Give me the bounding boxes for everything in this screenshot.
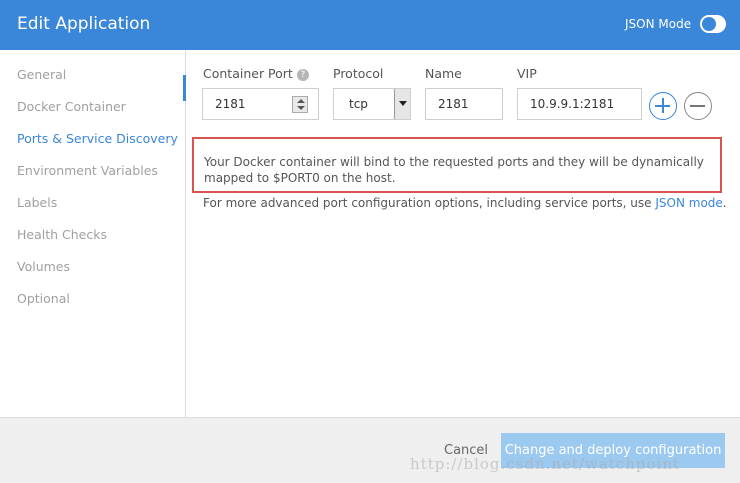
vip-label: VIP xyxy=(517,66,537,81)
container-port-input[interactable]: 2181 xyxy=(202,88,319,120)
vip-input[interactable]: 10.9.9.1:2181 xyxy=(517,88,642,120)
protocol-value: tcp xyxy=(349,97,368,111)
vip-value: 10.9.9.1:2181 xyxy=(530,97,615,111)
container-port-label-text: Container Port xyxy=(203,66,293,81)
sidebar-item-docker-container[interactable]: Docker Container xyxy=(17,99,126,114)
modal-title: Edit Application xyxy=(17,14,151,34)
sidebar-item-volumes[interactable]: Volumes xyxy=(17,259,70,274)
add-port-button[interactable] xyxy=(649,92,677,120)
hint-suffix: . xyxy=(722,196,727,210)
question-circle-icon[interactable]: ? xyxy=(296,69,309,81)
plus-icon-vertical xyxy=(662,98,664,113)
minus-circle-icon xyxy=(690,105,705,107)
container-port-value: 2181 xyxy=(215,97,246,111)
json-mode-link[interactable]: JSON mode xyxy=(655,196,722,210)
hint-text: For more advanced port configuration opt… xyxy=(203,196,656,210)
name-label: Name xyxy=(425,66,462,81)
container-port-label: Container Port? xyxy=(203,66,309,81)
json-mode-toggle[interactable] xyxy=(700,15,726,33)
name-value: 2181 xyxy=(438,97,469,111)
toggle-knob xyxy=(702,17,716,31)
remove-port-button[interactable] xyxy=(684,92,712,120)
stepper-up-icon[interactable] xyxy=(297,99,305,103)
sidebar-item-optional[interactable]: Optional xyxy=(17,291,70,306)
sidebar-item-environment-variables[interactable]: Environment Variables xyxy=(17,163,158,178)
protocol-label: Protocol xyxy=(333,66,384,81)
sidebar-item-health-checks[interactable]: Health Checks xyxy=(17,227,107,242)
advanced-config-hint: For more advanced port configuration opt… xyxy=(203,196,727,210)
port-stepper[interactable] xyxy=(292,96,308,113)
sidebar-active-indicator xyxy=(183,75,186,101)
notice-text: Your Docker container will bind to the r… xyxy=(204,155,704,185)
stepper-down-icon[interactable] xyxy=(297,106,305,110)
chevron-down-icon[interactable] xyxy=(394,89,410,119)
name-input[interactable]: 2181 xyxy=(425,88,503,120)
sidebar-item-ports-service-discovery[interactable]: Ports & Service Discovery xyxy=(17,131,178,146)
json-mode-label: JSON Mode xyxy=(625,17,692,31)
port-binding-notice: Your Docker container will bind to the r… xyxy=(192,137,722,193)
sidebar-item-general[interactable]: General xyxy=(17,67,66,82)
watermark: http://blog.csdn.net/watchpoint xyxy=(410,455,681,473)
sidebar-item-labels[interactable]: Labels xyxy=(17,195,57,210)
protocol-select[interactable]: tcp xyxy=(333,88,411,120)
modal-header: Edit Application JSON Mode xyxy=(0,0,740,50)
